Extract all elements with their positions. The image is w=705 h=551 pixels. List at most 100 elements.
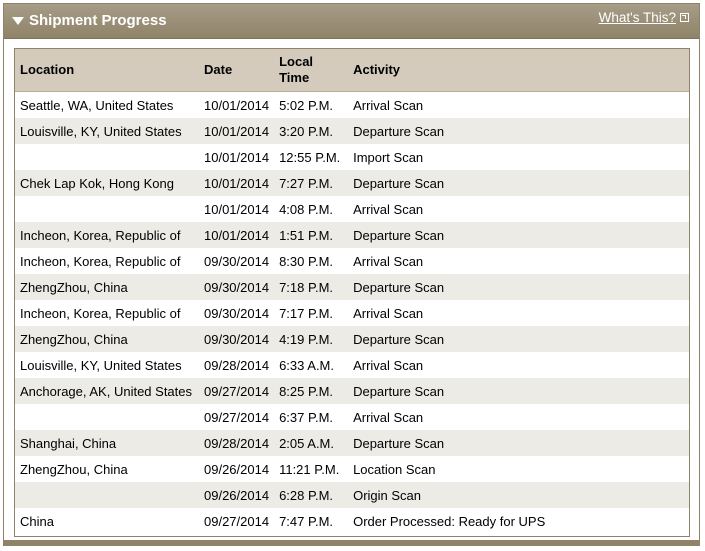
- cell-local-time: 7:47 P.M.: [279, 513, 334, 529]
- cell-location: Louisville, KY, United States: [15, 118, 199, 144]
- column-header-local-time: Local Time: [274, 49, 349, 92]
- panel-header[interactable]: Shipment Progress What's This?: [4, 4, 699, 39]
- table-row: Chek Lap Kok, Hong Kong 10/01/2014 7:27 P.…: [15, 170, 689, 196]
- cell-local-time: 6:28 P.M.: [274, 482, 349, 508]
- cell-local-time: 7:18 P.M.: [274, 274, 349, 300]
- cell-activity: Import Scan: [353, 149, 424, 165]
- cell-date: 09/27/2014: [204, 409, 270, 425]
- cell-local-time: 2:05 A.M.: [274, 430, 349, 456]
- cell-location: Chek Lap Kok, Hong Kong: [15, 170, 199, 196]
- cell-date: 10/01/2014: [204, 149, 270, 165]
- cell-location: Incheon, Korea, Republic of: [20, 253, 181, 269]
- cell-date: 09/30/2014: [204, 305, 270, 321]
- cell-date: 09/27/2014: [204, 513, 270, 529]
- table-row: Incheon, Korea, Republic of 09/30/2014 7:1…: [15, 300, 689, 326]
- table-body: Seattle, WA, United States 10/01/2014 5:02…: [15, 92, 689, 535]
- cell-date: 10/01/2014: [204, 201, 270, 217]
- table-row: China 09/27/2014 7:47 P.M. Order Processed:…: [15, 508, 689, 534]
- table-row: Shanghai, China 09/28/2014 2:05 A.M. Depart…: [15, 430, 689, 456]
- cell-date: 09/30/2014: [199, 274, 275, 300]
- cell-local-time: 6:37 P.M.: [279, 409, 334, 425]
- cell-date: 09/30/2014: [199, 326, 275, 352]
- panel-title: Shipment Progress: [29, 12, 167, 29]
- cell-location: [15, 404, 199, 430]
- external-link-icon[interactable]: [680, 13, 689, 22]
- cell-activity: Departure Scan: [348, 222, 689, 248]
- table-row: Louisville, KY, United States 10/01/2014 3…: [15, 118, 689, 144]
- shipment-table: Location Date Local Time Activity Seattl…: [15, 49, 689, 534]
- cell-activity: Departure Scan: [348, 274, 689, 300]
- cell-location: ZhengZhou, China: [15, 326, 199, 352]
- cell-location: Shanghai, China: [15, 430, 199, 456]
- shipment-progress-panel: Shipment Progress What's This? Location …: [3, 3, 700, 546]
- cell-date: 09/28/2014: [204, 357, 270, 373]
- cell-location: Incheon, Korea, Republic of: [20, 305, 181, 321]
- table-row: Incheon, Korea, Republic of 10/01/2014 1:5…: [15, 222, 689, 248]
- whats-this-link[interactable]: What's This?: [599, 10, 689, 25]
- cell-activity: Order Processed: Ready for UPS: [353, 513, 546, 529]
- table-header: Location Date Local Time Activity: [15, 49, 689, 92]
- table-row: ZhengZhou, China 09/26/2014 11:21 P.M. Loca…: [15, 456, 689, 482]
- column-header-location: Location: [15, 49, 199, 92]
- cell-local-time: 4:19 P.M.: [274, 326, 349, 352]
- table-row: Incheon, Korea, Republic of 09/30/2014 8:3…: [15, 248, 689, 274]
- column-header-date: Date: [199, 49, 275, 92]
- table-row: Anchorage, AK, United States 09/27/2014 8:…: [15, 378, 689, 404]
- cell-local-time: 11:21 P.M.: [279, 461, 340, 477]
- cell-date: 10/01/2014: [199, 170, 275, 196]
- table-row: Louisville, KY, United States 09/28/2014 6…: [15, 352, 689, 378]
- cell-date: 09/26/2014: [204, 461, 270, 477]
- table-row: 10/01/2014 4:08 P.M. Arrival Scan: [15, 196, 689, 222]
- cell-local-time: 1:51 P.M.: [274, 222, 349, 248]
- cell-local-time: 5:02 P.M.: [279, 97, 334, 113]
- cell-local-time: 8:25 P.M.: [274, 378, 349, 404]
- cell-location: [15, 482, 199, 508]
- cell-date: 10/01/2014: [199, 222, 275, 248]
- cell-location: Louisville, KY, United States: [20, 357, 182, 373]
- cell-local-time: 4:08 P.M.: [279, 201, 334, 217]
- cell-location: ZhengZhou, China: [20, 461, 128, 477]
- table-row: 09/26/2014 6:28 P.M. Origin Scan: [15, 482, 689, 508]
- cell-activity: Arrival Scan: [353, 97, 424, 113]
- cell-local-time: 12:55 P.M.: [279, 149, 341, 165]
- cell-local-time: 8:30 P.M.: [279, 253, 334, 269]
- cell-location: Incheon, Korea, Republic of: [15, 222, 199, 248]
- cell-activity: Arrival Scan: [353, 201, 424, 217]
- cell-local-time: 6:33 A.M.: [279, 357, 334, 373]
- cell-local-time: 7:27 P.M.: [274, 170, 349, 196]
- table-row: ZhengZhou, China 09/30/2014 4:19 P.M. Depar…: [15, 326, 689, 352]
- cell-local-time: 3:20 P.M.: [274, 118, 349, 144]
- cell-date: 09/30/2014: [204, 253, 270, 269]
- table-row: 09/27/2014 6:37 P.M. Arrival Scan: [15, 404, 689, 430]
- column-header-activity: Activity: [348, 49, 689, 92]
- cell-date: 09/27/2014: [199, 378, 275, 404]
- table-row: ZhengZhou, China 09/30/2014 7:18 P.M. Depar…: [15, 274, 689, 300]
- cell-date: 10/01/2014: [199, 118, 275, 144]
- cell-date: 09/26/2014: [199, 482, 275, 508]
- cell-date: 09/28/2014: [199, 430, 275, 456]
- cell-location: China: [20, 513, 54, 529]
- shipment-table-container: Location Date Local Time Activity Seattl…: [14, 48, 690, 537]
- panel-footer-bar: [4, 540, 699, 545]
- collapse-caret-icon[interactable]: [12, 17, 24, 25]
- cell-activity: Arrival Scan: [353, 253, 424, 269]
- cell-local-time: 7:17 P.M.: [279, 305, 334, 321]
- cell-activity: Arrival Scan: [353, 409, 424, 425]
- whats-this-label[interactable]: What's This?: [599, 10, 676, 25]
- cell-activity: Departure Scan: [348, 170, 689, 196]
- cell-activity: Departure Scan: [348, 326, 689, 352]
- table-row: 10/01/2014 12:55 P.M. Import Scan: [15, 144, 689, 170]
- cell-activity: Departure Scan: [348, 378, 689, 404]
- cell-activity: Origin Scan: [348, 482, 689, 508]
- cell-location: ZhengZhou, China: [15, 274, 199, 300]
- cell-activity: Arrival Scan: [353, 357, 424, 373]
- cell-location: Seattle, WA, United States: [20, 97, 174, 113]
- cell-activity: Departure Scan: [348, 118, 689, 144]
- cell-activity: Location Scan: [353, 461, 436, 477]
- cell-location: Anchorage, AK, United States: [15, 378, 199, 404]
- table-row: Seattle, WA, United States 10/01/2014 5:02…: [15, 92, 689, 119]
- cell-date: 10/01/2014: [204, 97, 270, 113]
- cell-activity: Departure Scan: [348, 430, 689, 456]
- cell-activity: Arrival Scan: [353, 305, 424, 321]
- cell-location: [15, 144, 199, 170]
